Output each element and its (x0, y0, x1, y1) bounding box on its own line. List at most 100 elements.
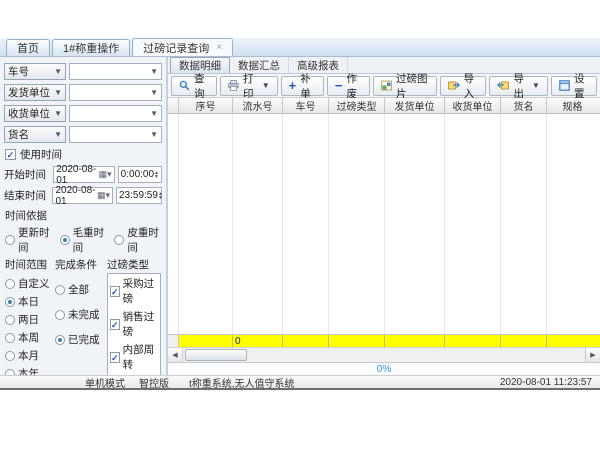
radio-update-time[interactable]: 更新时间 (5, 225, 52, 255)
column-header-spec[interactable]: 规格 (547, 98, 598, 113)
print-button[interactable]: 打印 ▼ (220, 76, 278, 96)
progress-value: 0% (377, 364, 391, 375)
column-header-vehicle[interactable]: 车号 (283, 98, 329, 113)
table-body-empty[interactable] (168, 114, 600, 334)
toolbar: 查询 打印 ▼ + 补单 − 作废 (168, 74, 600, 98)
radio-all[interactable]: 全部 (55, 282, 107, 297)
goods-value-combo[interactable]: ▼ (69, 126, 162, 143)
start-time-row: 开始时间 2020-08-01 ▦▾ 0:00:00 ▲▼ (4, 166, 162, 183)
start-date-picker[interactable]: 2020-08-01 ▦▾ (53, 166, 114, 183)
checkbox-checked-icon: ✓ (110, 286, 120, 297)
radio-custom[interactable]: 自定义 (5, 276, 55, 291)
weigh-type-header: 过磅类型 (107, 257, 161, 272)
radio-icon (5, 351, 15, 361)
vehicle-field-dropdown[interactable]: 车号▼ (4, 63, 66, 80)
radio-gross-time[interactable]: 毛重时间 (60, 225, 107, 255)
table-header: 序号 流水号 车号 过磅类型 发货单位 收货单位 货名 规格 (168, 98, 600, 114)
start-time-label: 开始时间 (4, 167, 50, 182)
goods-field-dropdown[interactable]: 货名▼ (4, 126, 66, 143)
chevron-down-icon: ▼ (532, 81, 540, 90)
shipper-value-combo[interactable]: ▼ (69, 84, 162, 101)
progress-bar: 0% (168, 362, 600, 375)
radio-today[interactable]: 本日 (5, 294, 55, 309)
radio-selected-icon (5, 297, 15, 307)
calendar-icon: ▦▾ (99, 169, 112, 180)
finish-condition-header: 完成条件 (55, 257, 107, 272)
tab-data-summary[interactable]: 数据汇总 (230, 57, 289, 73)
receiver-field-dropdown[interactable]: 收货单位▼ (4, 105, 66, 122)
column-header-shipper[interactable]: 发货单位 (385, 98, 445, 113)
use-time-label: 使用时间 (20, 147, 62, 162)
export-button[interactable]: 导出 ▼ (489, 76, 547, 96)
radio-icon (5, 315, 15, 325)
tab-record-query[interactable]: 过磅记录查询 × (132, 38, 233, 56)
checkbox-checked-icon: ✓ (110, 352, 120, 363)
status-bar: 单机模式 智控版 t称重系统,无人值守系统 2020-08-01 11:23:5… (0, 375, 600, 388)
void-order-button[interactable]: − 作废 (327, 76, 370, 96)
scroll-left-arrow-icon[interactable]: ◀ (168, 348, 183, 362)
filter-panel: 车号▼ ▼ 发货单位▼ ▼ 收货单位▼ ▼ 货名▼ ▼ ✓ 使用时间 (0, 57, 168, 375)
status-mode: 单机模式 (85, 375, 125, 390)
radio-icon (114, 235, 124, 245)
query-button[interactable]: 查询 (171, 76, 217, 96)
radio-icon (5, 235, 15, 245)
radio-unfinished[interactable]: 未完成 (55, 307, 107, 322)
weigh-type-box: ✓采购过磅 ✓销售过磅 ✓内部周转 ✓其他过磅 (107, 273, 161, 375)
column-header-seq[interactable]: 序号 (179, 98, 233, 113)
calendar-icon: ▦▾ (97, 190, 110, 201)
tab-advanced-report[interactable]: 高级报表 (289, 57, 348, 73)
scroll-right-arrow-icon[interactable]: ▶ (585, 348, 600, 362)
column-header-receiver[interactable]: 收货单位 (445, 98, 501, 113)
end-date-picker[interactable]: 2020-08-01 ▦▾ (52, 187, 113, 204)
filter-row-receiver: 收货单位▼ ▼ (4, 105, 162, 122)
spinner-arrows-icon[interactable]: ▲▼ (154, 171, 159, 179)
search-icon (179, 80, 190, 91)
printer-icon (228, 80, 239, 91)
document-tabbar: 首页 1#称重操作 过磅记录查询 × (0, 38, 600, 57)
radio-tare-time[interactable]: 皮重时间 (114, 225, 161, 255)
checkbox-internal-transfer[interactable]: ✓内部周转 (110, 342, 158, 372)
radio-icon (5, 279, 15, 289)
column-header-weigh-type[interactable]: 过磅类型 (329, 98, 385, 113)
content-area: 车号▼ ▼ 发货单位▼ ▼ 收货单位▼ ▼ 货名▼ ▼ ✓ 使用时间 (0, 57, 600, 375)
shipper-field-dropdown[interactable]: 发货单位▼ (4, 84, 66, 101)
chevron-down-icon: ▼ (54, 131, 62, 139)
chevron-down-icon: ▼ (150, 68, 158, 76)
start-time-spinner[interactable]: 0:00:00 ▲▼ (118, 166, 162, 183)
image-icon (381, 80, 392, 91)
close-icon[interactable]: × (216, 42, 222, 53)
column-header-goods[interactable]: 货名 (501, 98, 547, 113)
use-time-checkbox[interactable]: ✓ (5, 149, 16, 160)
import-button[interactable]: 导入 (440, 76, 487, 96)
filter-row-goods: 货名▼ ▼ (4, 126, 162, 143)
radio-selected-icon (55, 335, 65, 345)
radio-finished[interactable]: 已完成 (55, 332, 107, 347)
vehicle-value-combo[interactable]: ▼ (69, 63, 162, 80)
supplement-order-button[interactable]: + 补单 (281, 76, 324, 96)
status-datetime: 2020-08-01 11:23:57 (500, 377, 592, 388)
checkbox-sale-weigh[interactable]: ✓销售过磅 (110, 309, 158, 339)
radio-this-week[interactable]: 本周 (5, 330, 55, 345)
end-time-spinner[interactable]: 23:59:59 ▲▼ (116, 187, 162, 204)
weigh-picture-button[interactable]: 过磅图片 (373, 76, 437, 96)
export-icon (497, 80, 509, 91)
time-basis-group: 更新时间 毛重时间 皮重时间 (5, 225, 161, 255)
tab-home[interactable]: 首页 (6, 39, 50, 56)
filter-row-vehicle: 车号▼ ▼ (4, 63, 162, 80)
checkbox-purchase-weigh[interactable]: ✓采购过磅 (110, 276, 158, 306)
spinner-arrows-icon[interactable]: ▲▼ (158, 192, 163, 200)
column-header-serial[interactable]: 流水号 (233, 98, 283, 113)
receiver-value-combo[interactable]: ▼ (69, 105, 162, 122)
radio-two-days[interactable]: 两日 (5, 312, 55, 327)
settings-button[interactable]: 设置 (551, 76, 597, 96)
tab-weigh-operation[interactable]: 1#称重操作 (52, 39, 130, 56)
horizontal-scrollbar[interactable]: ◀ ▶ (168, 347, 600, 362)
scrollbar-thumb[interactable] (185, 349, 247, 361)
summary-row: 0 (168, 334, 600, 347)
radio-this-year[interactable]: 本年 (5, 366, 55, 375)
end-time-label: 结束时间 (4, 188, 49, 203)
radio-this-month[interactable]: 本月 (5, 348, 55, 363)
chevron-down-icon: ▼ (54, 110, 62, 118)
tab-record-query-label: 过磅记录查询 (143, 40, 209, 56)
radio-icon (5, 369, 15, 376)
